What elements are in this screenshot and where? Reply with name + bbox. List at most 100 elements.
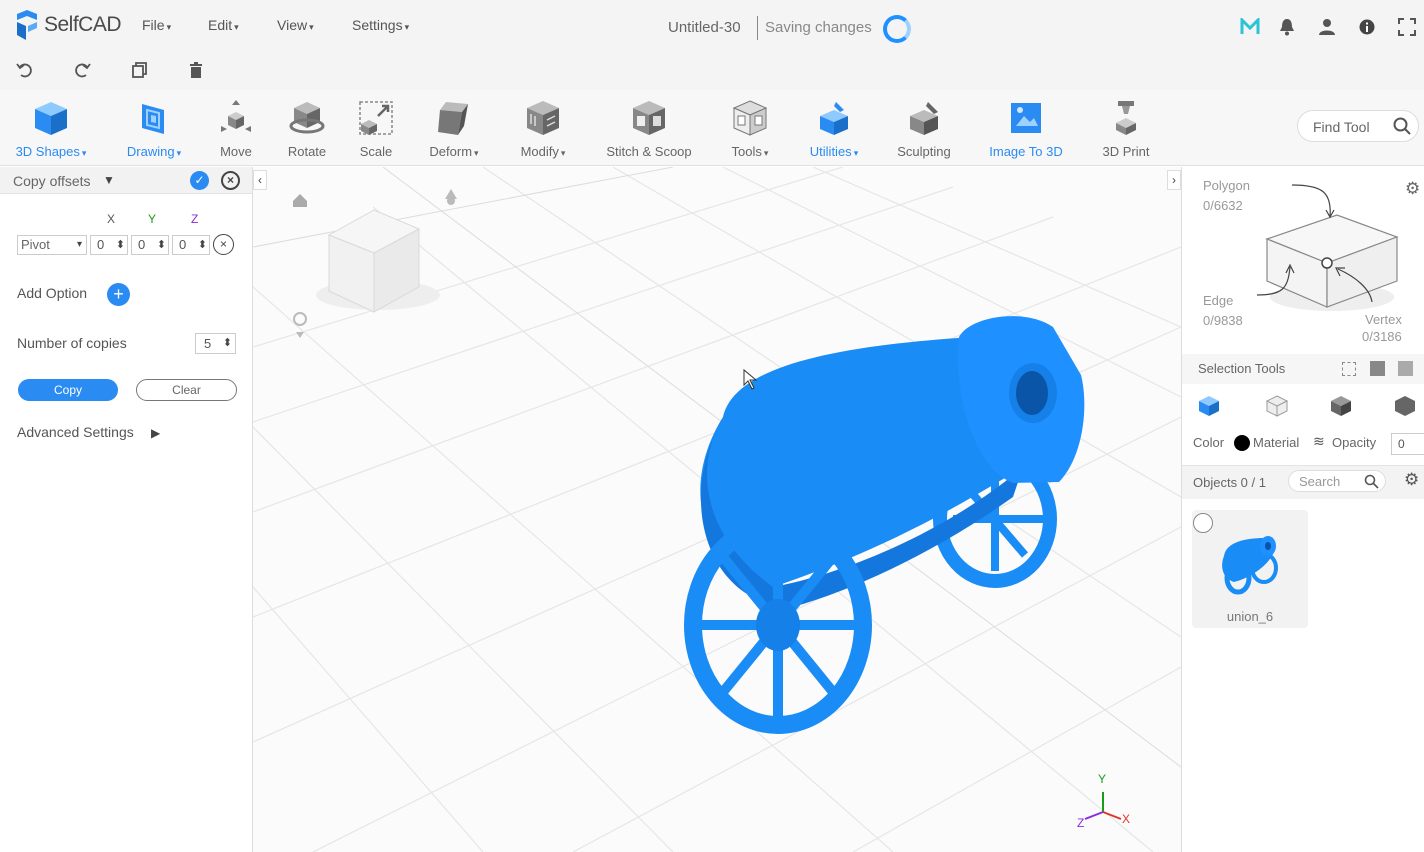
user-icon[interactable]	[1317, 16, 1337, 38]
vertex-count: 0/3186	[1362, 329, 1402, 344]
expand-arrow-icon[interactable]: ▶	[151, 426, 160, 440]
menu-view[interactable]: View	[277, 17, 314, 33]
vertex-mode-icon[interactable]	[1394, 395, 1416, 417]
tool-utilities[interactable]: Utilities	[802, 90, 866, 166]
document-title[interactable]: Untitled-30	[668, 19, 741, 36]
tool-stitch-scoop[interactable]: Stitch & Scoop	[600, 90, 698, 166]
color-label: Color	[1193, 435, 1225, 450]
viewport-scene[interactable]: Y X Z	[253, 167, 1181, 852]
tool-deform[interactable]: Deform	[421, 90, 487, 166]
3d-print-icon	[1116, 101, 1136, 135]
right-panel: Polygon 0/6632 Edge 0/9838 Vertex 0/3186…	[1181, 167, 1424, 852]
opacity-input[interactable]: 0	[1391, 433, 1424, 455]
tool-label: Move	[220, 144, 252, 159]
menu-settings[interactable]: Settings	[352, 17, 409, 33]
offset-x-input[interactable]: 0	[90, 235, 128, 255]
home-icon[interactable]	[293, 194, 307, 207]
sculpting-icon	[910, 102, 938, 135]
tool-rotate[interactable]: Rotate	[282, 90, 332, 166]
objects-settings-icon[interactable]: ⚙	[1404, 470, 1419, 490]
top-menu-bar: SelfCAD File Edit View Settings Untitled…	[0, 0, 1424, 52]
selection-tools-label: Selection Tools	[1198, 361, 1286, 376]
number-of-copies-input[interactable]: 5	[195, 333, 236, 354]
scale-icon	[359, 101, 393, 135]
tool-3d-print[interactable]: 3D Print	[1093, 90, 1159, 166]
gizmo-x-label: X	[1122, 812, 1130, 826]
tool-label: 3D Shapes	[16, 144, 87, 159]
deform-icon	[438, 102, 468, 135]
polygon-count: 0/6632	[1203, 198, 1243, 213]
title-divider	[757, 16, 758, 40]
tool-modify[interactable]: Modify	[512, 90, 574, 166]
copy-button[interactable]: Copy	[18, 379, 118, 401]
add-option-button[interactable]: +	[107, 283, 130, 306]
saving-spinner-icon	[883, 15, 911, 43]
move-icon	[221, 100, 251, 132]
select-box-icon[interactable]	[1370, 361, 1385, 376]
tool-label: Utilities	[810, 144, 858, 159]
selection-mode-diagram[interactable]	[1242, 177, 1412, 317]
camera-up-icon[interactable]	[445, 189, 457, 205]
number-of-copies-label: Number of copies	[17, 335, 127, 351]
advanced-settings-toggle[interactable]: Advanced Settings	[17, 424, 134, 440]
search-icon	[1364, 474, 1379, 489]
panel-title: Copy offsets	[13, 173, 91, 189]
reset-offsets-icon[interactable]: ×	[213, 234, 234, 255]
tool-image-to-3d[interactable]: Image To 3D	[980, 90, 1072, 166]
confirm-icon[interactable]: ✓	[190, 171, 209, 190]
edge-count: 0/9838	[1203, 313, 1243, 328]
tool-label: Image To 3D	[989, 144, 1063, 159]
bell-icon[interactable]	[1277, 16, 1297, 38]
rotate-icon	[289, 102, 325, 134]
selfcad-logo[interactable]: SelfCAD	[14, 10, 122, 40]
find-tool-label: Find Tool	[1313, 119, 1370, 135]
offset-y-input[interactable]: 0	[131, 235, 169, 255]
collapse-right-panel-button[interactable]: ›	[1167, 170, 1181, 190]
tool-3d-shapes[interactable]: 3D Shapes	[12, 90, 90, 166]
material-icon[interactable]: ≋	[1313, 433, 1325, 450]
objects-search-placeholder: Search	[1299, 474, 1341, 489]
menu-file[interactable]: File	[142, 17, 171, 33]
material-label[interactable]: Material	[1253, 435, 1299, 450]
find-tool-search[interactable]: Find Tool	[1297, 110, 1419, 142]
pivot-select[interactable]: Pivot	[17, 235, 87, 255]
fullscreen-icon[interactable]	[1397, 16, 1417, 38]
axis-z-label: Z	[191, 212, 199, 226]
redo-icon[interactable]	[72, 61, 92, 81]
objects-search-input[interactable]: Search	[1288, 470, 1386, 492]
select-all-icon[interactable]	[1398, 361, 1413, 376]
drawing-icon	[142, 104, 164, 134]
tool-drawing[interactable]: Drawing	[118, 90, 190, 166]
trash-icon[interactable]	[186, 61, 206, 81]
face-mode-icon[interactable]	[1266, 395, 1288, 417]
info-icon[interactable]	[1357, 16, 1377, 38]
object-select-radio[interactable]	[1193, 513, 1213, 533]
menu-edit[interactable]: Edit	[208, 17, 239, 33]
view-cube[interactable]	[316, 209, 440, 313]
undo-icon[interactable]	[15, 61, 35, 81]
stitch-icon	[633, 101, 665, 135]
object-name: union_6	[1226, 609, 1274, 624]
tool-ribbon: 3D Shapes Drawing Move Rotate	[0, 90, 1424, 166]
object-mode-icon[interactable]	[1198, 395, 1220, 417]
tool-tools[interactable]: Tools	[722, 90, 778, 166]
tool-sculpting[interactable]: Sculpting	[890, 90, 958, 166]
tool-label: Sculpting	[897, 144, 951, 159]
edge-label: Edge	[1203, 293, 1234, 308]
tool-scale[interactable]: Scale	[353, 90, 399, 166]
m-logo-icon[interactable]	[1240, 16, 1260, 38]
tool-label: Modify	[521, 144, 566, 159]
clear-button[interactable]: Clear	[136, 379, 237, 401]
select-cursor-icon[interactable]	[1342, 362, 1356, 376]
color-swatch[interactable]	[1234, 435, 1250, 451]
axis-x-label: X	[107, 212, 116, 226]
tool-label: Rotate	[287, 144, 327, 159]
copy-icon[interactable]	[129, 61, 149, 81]
close-icon[interactable]: ×	[221, 171, 240, 190]
offset-z-input[interactable]: 0	[172, 235, 210, 255]
panel-collapse-icon[interactable]: ▼	[103, 173, 115, 187]
edge-mode-icon[interactable]	[1330, 395, 1352, 417]
3d-viewport[interactable]: Y X Z	[253, 167, 1181, 852]
collapse-left-panel-button[interactable]: ‹	[253, 170, 267, 190]
tool-move[interactable]: Move	[213, 90, 259, 166]
